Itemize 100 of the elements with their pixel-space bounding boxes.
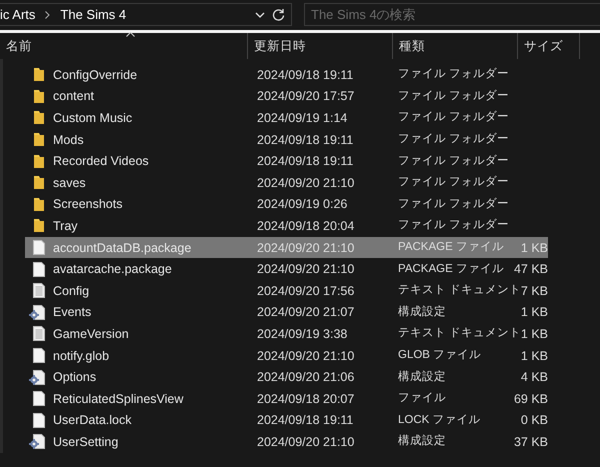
file-type: ファイル フォルダー xyxy=(397,88,510,104)
file-size: 1 KB xyxy=(520,326,548,341)
modified-date: 2024/09/20 21:06 xyxy=(256,370,356,384)
file-name: Recorded Videos xyxy=(53,154,149,168)
file-size: 7 KB xyxy=(520,284,548,298)
modified-date: 2024/09/19 1:14 xyxy=(256,110,348,125)
file-row[interactable]: Custom Music 2024/09/19 1:14 ファイル フォルダー xyxy=(25,107,548,129)
modified-date: 2024/09/20 17:56 xyxy=(256,284,356,298)
file-row[interactable]: UserData.lock 2024/09/18 19:11 LOCK ファイル 0 KB xyxy=(25,410,548,432)
refresh-icon[interactable] xyxy=(272,8,285,21)
settings-file-icon xyxy=(29,304,45,320)
file-row[interactable]: Mods 2024/09/18 19:11 ファイル フォルダー xyxy=(25,128,548,150)
modified-date: 2024/09/18 19:11 xyxy=(256,132,354,147)
text-document-icon xyxy=(33,326,45,342)
folder-icon xyxy=(33,175,45,190)
file-name: UserSetting xyxy=(53,434,118,449)
file-row[interactable]: GameVersion 2024/09/19 3:38 テキスト ドキュメント 1 KB xyxy=(25,323,548,345)
file-size: 37 KB xyxy=(514,434,548,449)
folder-icon xyxy=(33,218,45,234)
file-name: UserData.lock xyxy=(53,413,132,428)
file-row[interactable]: notify.glob 2024/09/20 21:10 GLOB ファイル 1 KB xyxy=(25,344,548,366)
file-row[interactable]: avatarcache.package 2024/09/20 21:10 PACKAGE ファイル 47 KB xyxy=(25,258,548,280)
file-row[interactable]: accountDataDB.package 2024/09/20 21:10 PACKAGE ファイル 1 KB xyxy=(25,236,548,258)
file-type: ファイル フォルダー xyxy=(397,218,510,234)
file-type: PACKAGE ファイル xyxy=(397,240,504,256)
folder-icon xyxy=(33,154,45,169)
file-name: GameVersion xyxy=(53,326,129,341)
column-header[interactable]: 名前 xyxy=(0,33,248,59)
file-type: 構成設定 xyxy=(397,434,446,450)
file-size: 4 KB xyxy=(520,370,548,384)
file-row[interactable]: ConfigOverride 2024/09/18 19:11 ファイル フォルダー xyxy=(25,64,548,86)
file-icon xyxy=(33,391,45,406)
file-row[interactable]: Recorded Videos 2024/09/18 19:11 ファイル フォルダー xyxy=(25,150,548,172)
column-header[interactable]: 種類 xyxy=(393,33,518,59)
file-type: PACKAGE ファイル xyxy=(397,262,504,277)
file-type: ファイル フォルダー xyxy=(397,67,510,82)
file-name: avatarcache.package xyxy=(53,262,172,276)
folder-icon xyxy=(33,110,45,126)
modified-date: 2024/09/18 20:07 xyxy=(256,392,356,406)
sort-ascending-icon xyxy=(126,32,135,37)
file-name: ReticulatedSplinesView xyxy=(53,392,184,406)
file-size: 1 KB xyxy=(520,348,548,363)
settings-file-icon xyxy=(29,434,45,450)
file-icon xyxy=(33,240,45,256)
file-name: Options xyxy=(53,370,96,384)
file-size: 69 KB xyxy=(514,392,548,406)
search-field[interactable]: The Sims 4の検索 xyxy=(304,3,600,26)
file-name: accountDataDB.package xyxy=(53,240,192,255)
file-row[interactable]: content 2024/09/20 17:57 ファイル フォルダー xyxy=(25,86,548,108)
file-type: GLOB ファイル xyxy=(397,348,482,364)
file-row[interactable]: saves 2024/09/20 21:10 ファイル フォルダー xyxy=(25,172,548,194)
file-name: Mods xyxy=(53,132,84,147)
file-row[interactable]: Screenshots 2024/09/19 0:26 ファイル フォルダー xyxy=(25,194,548,216)
file-row[interactable]: Options 2024/09/20 21:06 構成設定 4 KB xyxy=(25,366,548,388)
file-size: 1 KB xyxy=(520,305,548,320)
modified-date: 2024/09/20 21:10 xyxy=(256,348,356,363)
column-header[interactable]: サイズ xyxy=(518,33,580,59)
folder-icon xyxy=(33,196,45,212)
file-type: ファイル フォルダー xyxy=(397,196,510,212)
modified-date: 2024/09/20 21:07 xyxy=(256,305,356,320)
file-type: テキスト ドキュメント xyxy=(397,283,522,298)
modified-date: 2024/09/20 21:10 xyxy=(256,434,356,449)
modified-date: 2024/09/18 19:11 xyxy=(256,413,354,428)
file-name: notify.glob xyxy=(53,348,110,363)
modified-date: 2024/09/19 3:38 xyxy=(256,326,348,341)
file-type: ファイル フォルダー xyxy=(397,110,510,126)
file-row[interactable]: Events 2024/09/20 21:07 構成設定 1 KB xyxy=(25,302,548,324)
chevron-right-icon xyxy=(45,10,50,18)
folder-icon xyxy=(33,132,45,148)
modified-date: 2024/09/18 19:11 xyxy=(256,68,354,82)
modified-date: 2024/09/20 21:10 xyxy=(256,176,356,190)
file-size: 47 KB xyxy=(514,262,548,276)
file-size: 1 KB xyxy=(520,240,548,255)
file-type: ファイル xyxy=(397,391,446,406)
settings-file-icon xyxy=(29,370,45,385)
file-name: Tray xyxy=(53,218,78,233)
file-name: Config xyxy=(53,284,90,298)
modified-date: 2024/09/20 21:10 xyxy=(256,262,356,276)
modified-date: 2024/09/20 21:10 xyxy=(256,240,356,255)
file-name: saves xyxy=(53,176,86,190)
folder-icon xyxy=(33,67,45,82)
file-name: Custom Music xyxy=(53,110,132,125)
file-icon xyxy=(33,262,45,277)
modified-date: 2024/09/18 20:04 xyxy=(256,218,356,233)
file-row[interactable]: Tray 2024/09/18 20:04 ファイル フォルダー xyxy=(25,215,548,237)
file-row[interactable]: Config 2024/09/20 17:56 テキスト ドキュメント 7 KB xyxy=(25,280,548,302)
file-icon xyxy=(33,412,45,428)
file-type: LOCK ファイル xyxy=(397,412,481,428)
breadcrumb-item[interactable]: The Sims 4 xyxy=(60,7,126,22)
file-row[interactable]: UserSetting 2024/09/20 21:10 構成設定 37 KB xyxy=(25,431,548,453)
column-header[interactable]: 更新日時 xyxy=(248,33,393,59)
breadcrumb-item[interactable]: ic Arts xyxy=(0,7,36,22)
file-type: ファイル フォルダー xyxy=(397,175,510,190)
file-type: テキスト ドキュメント xyxy=(397,326,522,342)
file-name: content xyxy=(53,89,94,104)
file-row[interactable]: ReticulatedSplinesView 2024/09/18 20:07 ファイル 69 KB xyxy=(25,388,548,410)
address-bar[interactable]: ic Arts The Sims 4 xyxy=(0,3,292,26)
file-type: ファイル フォルダー xyxy=(397,132,510,148)
file-name: Events xyxy=(53,305,92,320)
chevron-down-icon[interactable] xyxy=(255,12,265,18)
